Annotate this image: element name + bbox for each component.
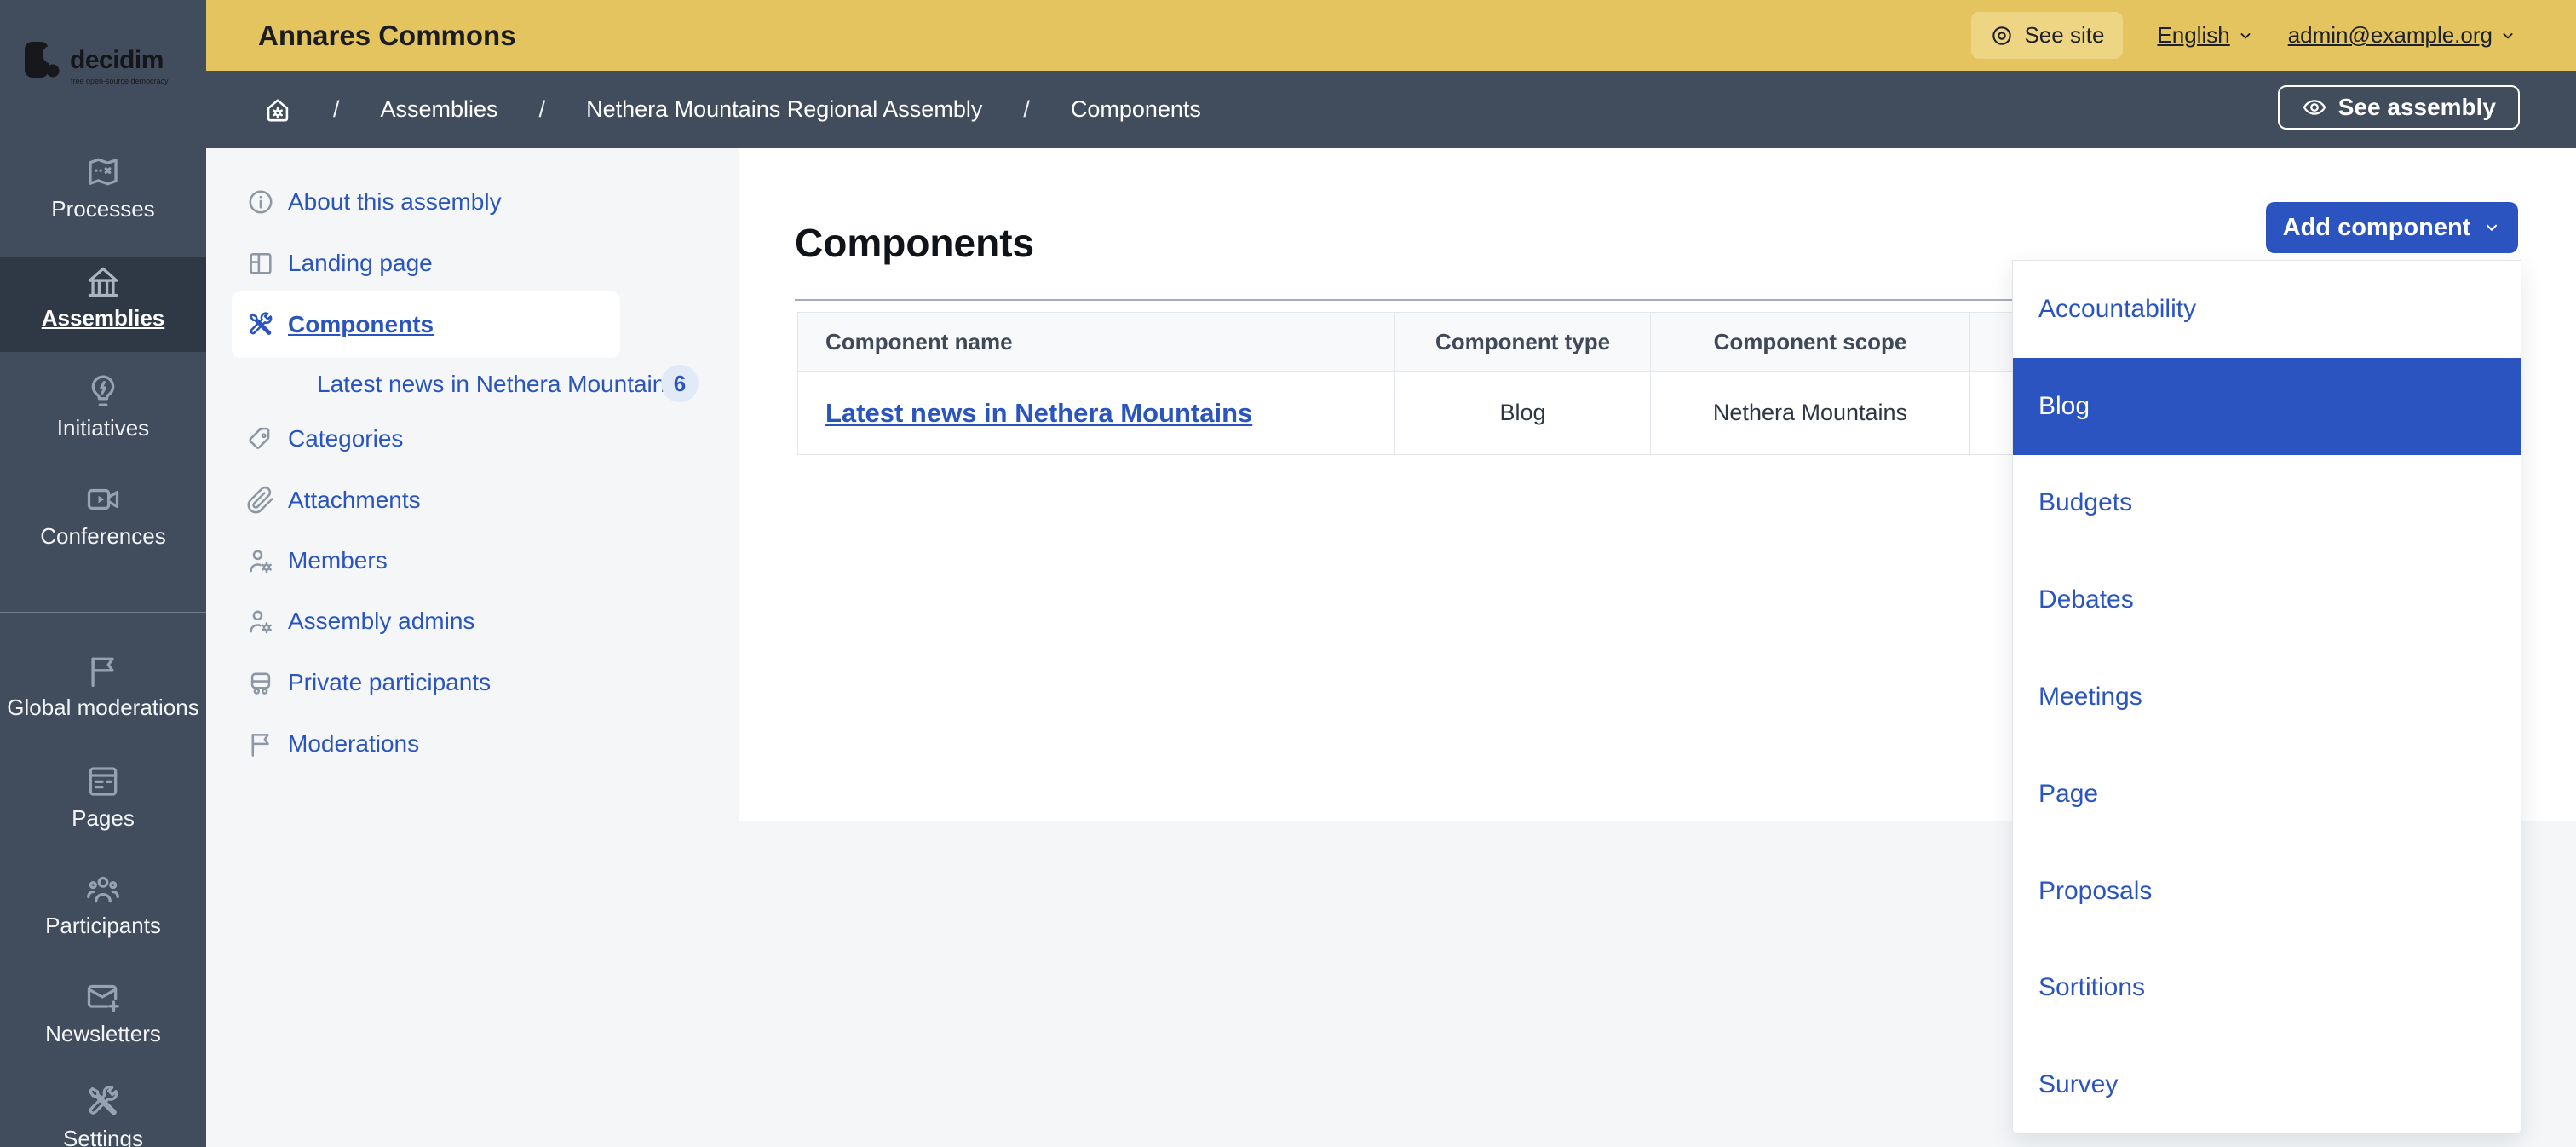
top-bar-actions: See site English admin@example.org (1971, 0, 2516, 71)
group-icon (84, 870, 122, 908)
decidim-admin-app: decidim free open-source democracy Proce… (0, 0, 2576, 1147)
layout-grid-icon (246, 249, 275, 278)
subnav-item-attachments[interactable]: Attachments (206, 480, 421, 521)
info-icon (246, 187, 275, 216)
dropdown-item-meetings[interactable]: Meetings (2013, 648, 2521, 746)
flag-icon (84, 652, 122, 689)
page-title: Components (795, 220, 1034, 266)
language-dropdown[interactable]: English (2157, 22, 2253, 49)
see-assembly-button[interactable]: See assembly (2278, 85, 2520, 130)
eye-icon (1990, 24, 2014, 48)
component-scope-cell: Nethera Mountains (1651, 372, 1970, 455)
price-tag-icon (246, 424, 275, 453)
subnav-item-assembly-admins[interactable]: Assembly admins (206, 601, 474, 642)
top-bar: Annares Commons See site English admin@e… (206, 0, 2576, 71)
breadcrumb-item-assemblies[interactable]: Assemblies (381, 96, 498, 123)
sidebar-item-participants[interactable]: Participants (0, 870, 206, 939)
sidebar-item-processes[interactable]: Processes (0, 153, 206, 222)
chevron-down-icon (2237, 27, 2254, 44)
paperclip-icon (246, 486, 275, 515)
sidebar-item-settings[interactable]: Settings (0, 1083, 206, 1147)
subnav-item-about[interactable]: About this assembly (206, 182, 502, 222)
see-site-button[interactable]: See site (1971, 12, 2123, 59)
add-component-dropdown: Accountability Blog Budgets Debates Meet… (2012, 260, 2521, 1134)
component-count-badge: 6 (661, 365, 699, 402)
subnav-item-components[interactable]: Components (206, 304, 434, 345)
breadcrumb-item-assembly[interactable]: Nethera Mountains Regional Assembly (586, 96, 982, 123)
column-header-component-name: Component name (798, 313, 1395, 372)
subnav-item-moderations[interactable]: Moderations (206, 723, 419, 764)
lightbulb-flash-icon (84, 372, 122, 410)
subnav-item-categories[interactable]: Categories (206, 418, 403, 459)
sidebar-item-newsletters[interactable]: Newsletters (0, 978, 206, 1047)
mail-add-icon (84, 978, 122, 1016)
tools-icon (246, 310, 275, 339)
component-link[interactable]: Latest news in Nethera Mountains (825, 398, 1252, 428)
article-icon (84, 763, 122, 800)
dropdown-item-budgets[interactable]: Budgets (2013, 455, 2521, 552)
video-camera-icon (84, 481, 122, 518)
component-type-cell: Blog (1395, 372, 1651, 455)
main-sidebar: decidim free open-source democracy Proce… (0, 0, 206, 1147)
dropdown-item-debates[interactable]: Debates (2013, 551, 2521, 648)
subnav-item-members[interactable]: Members (206, 540, 388, 581)
brand-wordmark: decidim (70, 46, 164, 75)
chevron-down-icon (2499, 27, 2516, 44)
chevron-down-icon (2482, 218, 2501, 237)
decidim-logo[interactable]: decidim free open-source democracy (24, 39, 194, 94)
sidebar-item-assemblies[interactable]: Assemblies (0, 262, 206, 331)
home-gear-icon[interactable] (263, 95, 292, 124)
sidebar-item-global-moderations[interactable]: Global moderations (0, 652, 206, 721)
sidebar-item-initiatives[interactable]: Initiatives (0, 372, 206, 441)
flag-icon (246, 729, 275, 758)
user-gear-icon (246, 546, 275, 575)
dropdown-item-proposals[interactable]: Proposals (2013, 843, 2521, 940)
account-dropdown[interactable]: admin@example.org (2288, 22, 2516, 49)
brand-tagline: free open-source democracy (71, 77, 169, 85)
map-icon (84, 153, 122, 191)
breadcrumb-item-components[interactable]: Components (1071, 96, 1201, 123)
decidim-logo-icon (24, 41, 63, 80)
eye-icon (2302, 95, 2327, 120)
organization-title: Annares Commons (258, 20, 516, 52)
dropdown-item-survey[interactable]: Survey (2013, 1036, 2521, 1133)
breadcrumb-bar: / Assemblies / Nethera Mountains Regiona… (206, 71, 2576, 148)
subnav-item-landing-page[interactable]: Landing page (206, 243, 433, 284)
bank-icon (84, 262, 122, 300)
dropdown-item-accountability[interactable]: Accountability (2013, 261, 2521, 358)
column-header-component-type: Component type (1395, 313, 1651, 372)
column-header-component-scope: Component scope (1651, 313, 1970, 372)
tools-icon (84, 1083, 122, 1121)
subnav-item-latest-news[interactable]: Latest news in Nethera Mountains (206, 364, 677, 405)
sidebar-item-conferences[interactable]: Conferences (0, 481, 206, 550)
sidebar-section-divider (0, 612, 206, 613)
breadcrumb: / Assemblies / Nethera Mountains Regiona… (263, 95, 1201, 124)
bus-icon (246, 668, 275, 697)
sidebar-item-pages[interactable]: Pages (0, 763, 206, 832)
dropdown-item-page[interactable]: Page (2013, 746, 2521, 843)
dropdown-item-blog[interactable]: Blog (2013, 358, 2521, 455)
add-component-button[interactable]: Add component (2266, 202, 2518, 253)
user-gear-icon (246, 607, 275, 636)
subnav-item-private-participants[interactable]: Private participants (206, 662, 491, 703)
dropdown-item-sortitions[interactable]: Sortitions (2013, 939, 2521, 1036)
